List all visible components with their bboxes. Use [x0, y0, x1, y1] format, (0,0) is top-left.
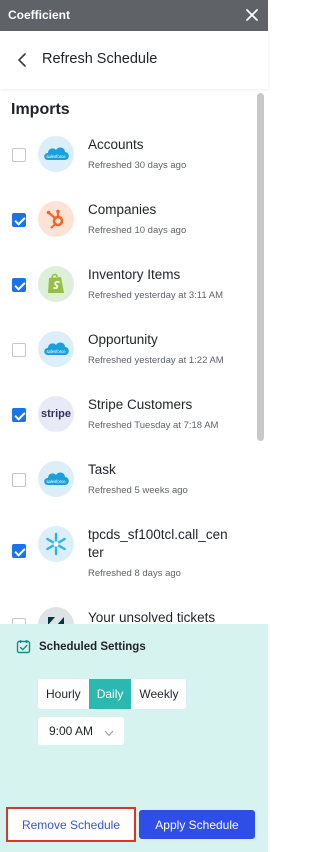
salesforce-icon: salesforce: [38, 461, 74, 497]
import-refreshed: Refreshed Tuesday at 7:18 AM: [88, 420, 219, 431]
import-name-line1: tpcds_sf100tcl.call_cen: [88, 527, 228, 542]
shopify-icon: [38, 266, 74, 302]
time-select[interactable]: 9:00 AM: [38, 717, 124, 745]
import-refreshed: Refreshed yesterday at 1:22 AM: [88, 355, 224, 366]
remove-schedule-button[interactable]: Remove Schedule: [6, 807, 136, 842]
import-name: Task: [88, 462, 116, 477]
salesforce-icon: salesforce: [38, 136, 74, 172]
import-name: Your unsolved tickets: [88, 610, 216, 624]
frequency-weekly[interactable]: Weekly: [131, 679, 187, 709]
remove-schedule-label: Remove Schedule: [21, 817, 121, 832]
import-name: Opportunity: [88, 332, 158, 347]
svg-text:salesforce: salesforce: [46, 479, 66, 484]
import-checkbox[interactable]: [12, 343, 26, 357]
zendesk-icon: [38, 607, 74, 624]
schedule-panel: Scheduled Settings Hourly Daily Weekly 9…: [0, 624, 268, 852]
stripe-icon: stripe: [38, 396, 74, 432]
list-item[interactable]: Inventory Items Refreshed yesterday at 3…: [0, 261, 255, 321]
scrollbar-thumb[interactable]: [257, 93, 264, 441]
app-title: Coefficient: [8, 8, 71, 22]
page-header: Refresh Schedule: [0, 31, 268, 89]
svg-text:salesforce: salesforce: [46, 154, 66, 159]
chevron-down-icon: [104, 726, 114, 740]
time-value: 9:00 AM: [49, 724, 94, 738]
list-item[interactable]: Companies Refreshed 10 days ago: [0, 196, 255, 256]
frequency-hourly[interactable]: Hourly: [38, 679, 89, 709]
list-item[interactable]: stripe Stripe Customers Refreshed Tuesda…: [0, 391, 255, 451]
list-item[interactable]: salesforce Task Refreshed 5 weeks ago: [0, 456, 255, 516]
import-refreshed: Refreshed 8 days ago: [88, 568, 181, 579]
list-item[interactable]: Your unsolved tickets: [0, 607, 255, 624]
list-item[interactable]: tpcds_sf100tcl.call_cen ter Refreshed 8 …: [0, 521, 255, 601]
import-refreshed: Refreshed yesterday at 3:11 AM: [88, 290, 224, 301]
imports-title: Imports: [11, 101, 70, 118]
import-name: Companies: [88, 202, 157, 217]
import-checkbox[interactable]: [12, 213, 26, 227]
back-arrow-icon[interactable]: [12, 50, 32, 70]
close-icon[interactable]: [242, 5, 262, 25]
svg-text:salesforce: salesforce: [46, 349, 66, 354]
scrollbar[interactable]: [256, 93, 265, 620]
frequency-daily[interactable]: Daily: [88, 679, 132, 709]
import-name: Accounts: [88, 137, 144, 152]
import-checkbox[interactable]: [12, 148, 26, 162]
title-bar: Coefficient: [0, 0, 268, 31]
import-refreshed: Refreshed 10 days ago: [88, 225, 187, 236]
frequency-selector: Hourly Daily Weekly: [38, 679, 187, 709]
salesforce-icon: salesforce: [38, 331, 74, 367]
import-checkbox[interactable]: [12, 473, 26, 487]
hubspot-icon: [38, 201, 74, 237]
snowflake-icon: [38, 526, 74, 562]
import-name: Inventory Items: [88, 267, 181, 282]
list-item[interactable]: salesforce Accounts Refreshed 30 days ag…: [0, 131, 255, 191]
page-title: Refresh Schedule: [42, 51, 158, 67]
list-item[interactable]: salesforce Opportunity Refreshed yesterd…: [0, 326, 255, 386]
apply-schedule-button[interactable]: Apply Schedule: [139, 810, 255, 839]
scheduled-settings-title: Scheduled Settings: [39, 641, 146, 653]
import-checkbox[interactable]: [12, 278, 26, 292]
import-name-line2: ter: [88, 545, 104, 560]
import-refreshed: Refreshed 30 days ago: [88, 160, 187, 171]
import-checkbox[interactable]: [12, 544, 26, 558]
import-checkbox[interactable]: [12, 408, 26, 422]
import-refreshed: Refreshed 5 weeks ago: [88, 485, 188, 496]
imports-list[interactable]: Imports salesforce Accounts Refreshed 30…: [0, 89, 268, 624]
calendar-check-icon: [16, 639, 31, 654]
import-name: Stripe Customers: [88, 397, 193, 412]
